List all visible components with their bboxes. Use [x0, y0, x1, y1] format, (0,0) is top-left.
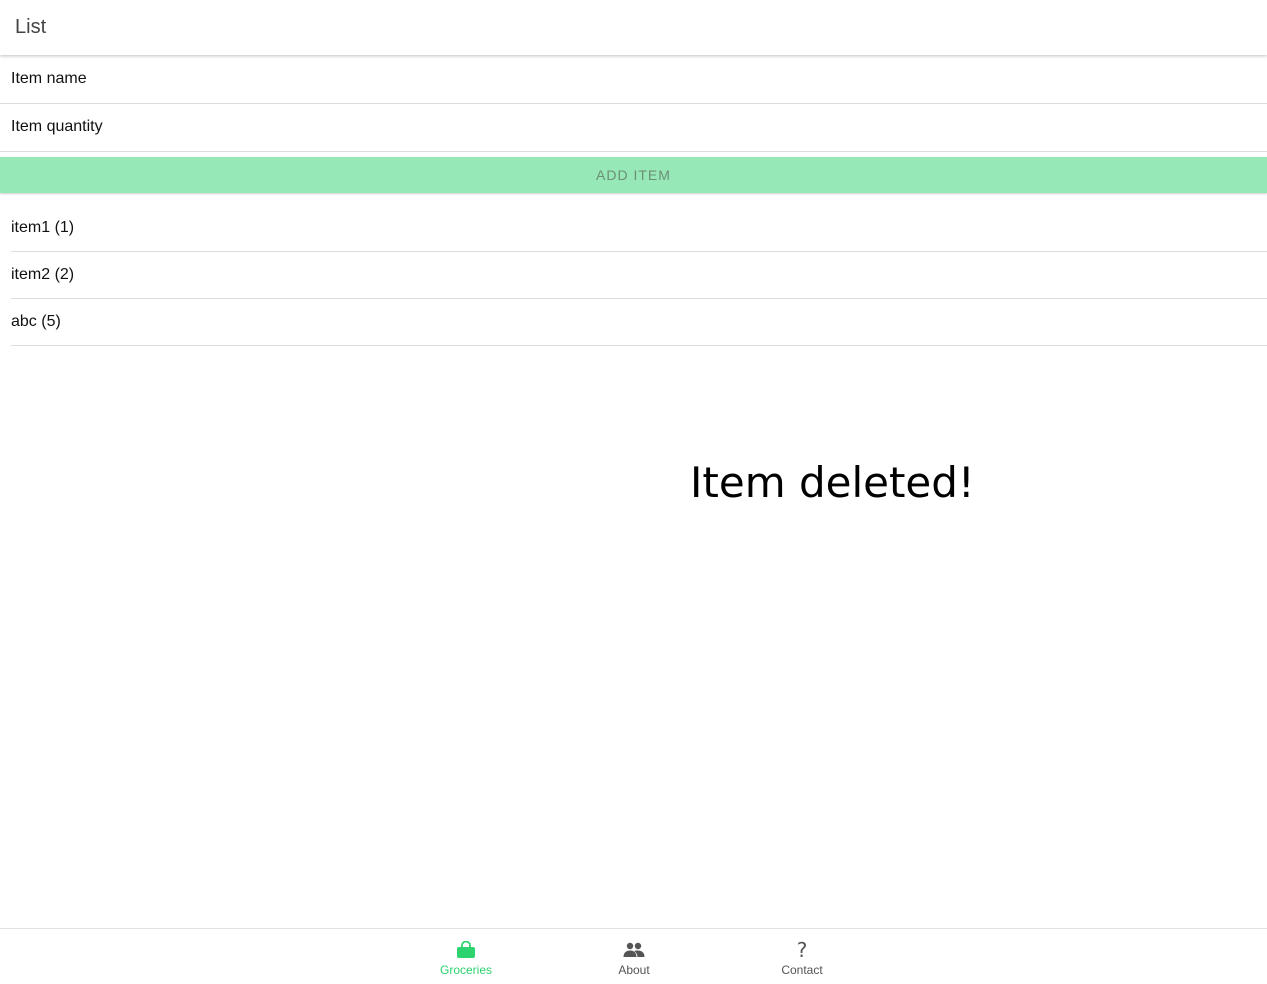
basket-icon: [454, 939, 478, 961]
add-item-button[interactable]: ADD ITEM: [0, 157, 1267, 193]
tab-about[interactable]: About: [574, 929, 694, 984]
item-name-field: [0, 56, 1267, 104]
tab-about-label: About: [618, 963, 650, 977]
tab-contact[interactable]: ? Contact: [742, 929, 862, 984]
item-quantity-input[interactable]: [11, 104, 1251, 150]
header: List: [0, 0, 1267, 55]
list-item[interactable]: item2 (2): [11, 252, 1267, 299]
people-icon: [622, 939, 646, 961]
list-item-label: item1 (1): [11, 219, 75, 236]
app-root: List ADD ITEM item1 (1) item2 (2) abc (5…: [0, 0, 1267, 984]
item-name-input[interactable]: [11, 56, 1251, 102]
page-title: List: [15, 16, 47, 38]
list-item-label: abc (5): [11, 313, 61, 330]
item-deleted-message: Item deleted!: [690, 458, 975, 507]
tab-groceries[interactable]: Groceries: [406, 929, 526, 984]
tab-contact-label: Contact: [781, 963, 823, 977]
question-icon: ?: [790, 939, 814, 961]
question-glyph: ?: [796, 938, 808, 962]
item-quantity-field: [0, 104, 1267, 152]
grocery-list: item1 (1) item2 (2) abc (5): [11, 205, 1267, 346]
list-item-label: item2 (2): [11, 266, 75, 283]
list-item[interactable]: abc (5): [11, 299, 1267, 346]
list-item[interactable]: item1 (1): [11, 205, 1267, 252]
tab-groceries-label: Groceries: [439, 963, 492, 977]
bottom-tab-bar: Groceries About ? Contact: [0, 928, 1267, 984]
